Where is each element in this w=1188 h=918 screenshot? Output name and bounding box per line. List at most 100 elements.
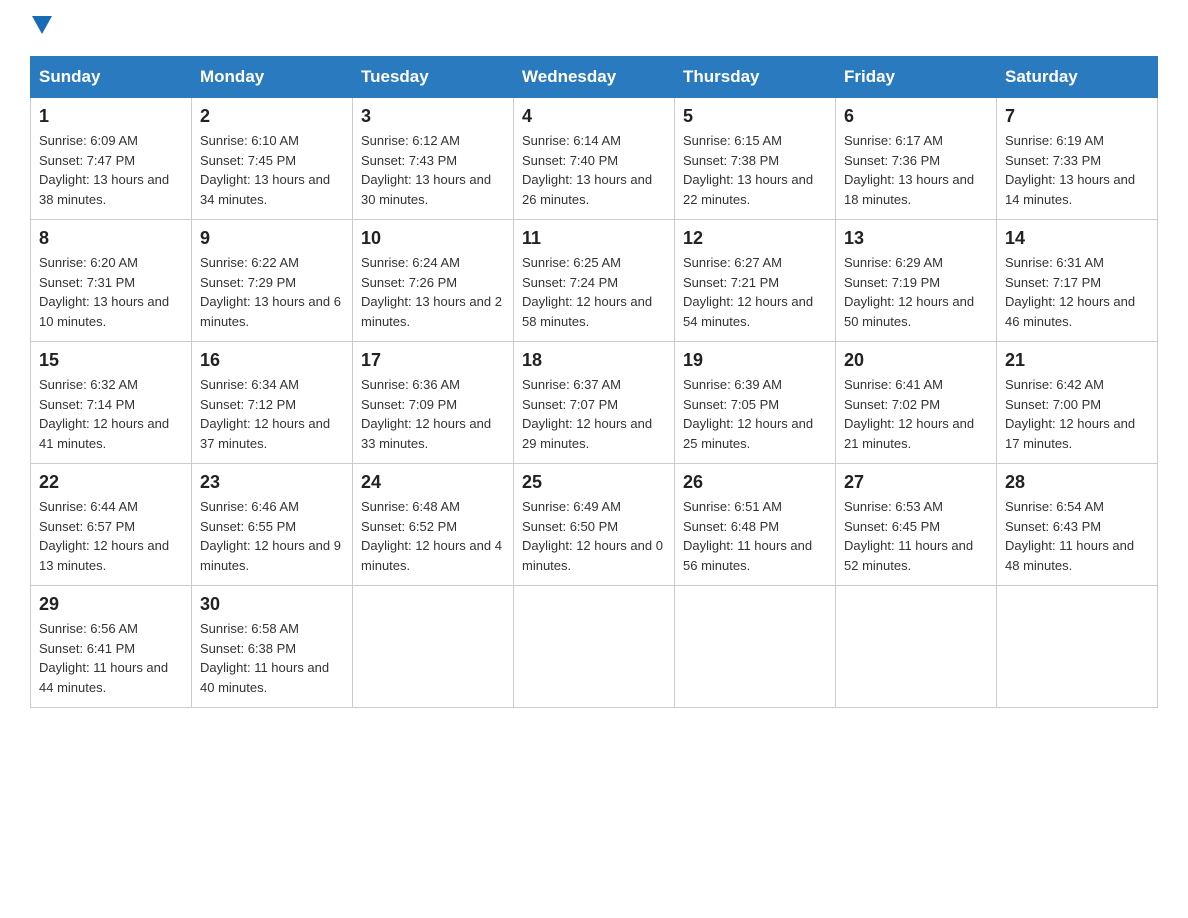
cell-day-number: 12 (683, 228, 827, 249)
cell-sun-info: Sunrise: 6:36 AMSunset: 7:09 PMDaylight:… (361, 375, 505, 453)
calendar-cell: 25 Sunrise: 6:49 AMSunset: 6:50 PMDayligh… (514, 464, 675, 586)
calendar-cell: 2Sunrise: 6:10 AMSunset: 7:45 PMDaylight… (192, 98, 353, 220)
cell-day-number: 21 (1005, 350, 1149, 371)
cell-day-number: 24 (361, 472, 505, 493)
cell-sun-info: Sunrise: 6:17 AMSunset: 7:36 PMDaylight:… (844, 131, 988, 209)
cell-sun-info: Sunrise: 6:41 AMSunset: 7:02 PMDaylight:… (844, 375, 988, 453)
cell-day-number: 30 (200, 594, 344, 615)
cell-sun-info: Sunrise: 6:42 AMSunset: 7:00 PMDaylight:… (1005, 375, 1149, 453)
calendar-cell: 20 Sunrise: 6:41 AMSunset: 7:02 PMDayligh… (836, 342, 997, 464)
cell-sun-info: Sunrise: 6:56 AMSunset: 6:41 PMDaylight:… (39, 619, 183, 697)
calendar-week-row: 29 Sunrise: 6:56 AMSunset: 6:41 PMDayligh… (31, 586, 1158, 708)
calendar-table: SundayMondayTuesdayWednesdayThursdayFrid… (30, 56, 1158, 708)
calendar-cell: 19 Sunrise: 6:39 AMSunset: 7:05 PMDayligh… (675, 342, 836, 464)
calendar-cell: 14 Sunrise: 6:31 AMSunset: 7:17 PMDayligh… (997, 220, 1158, 342)
calendar-week-row: 1Sunrise: 6:09 AMSunset: 7:47 PMDaylight… (31, 98, 1158, 220)
calendar-cell: 26 Sunrise: 6:51 AMSunset: 6:48 PMDayligh… (675, 464, 836, 586)
calendar-cell: 10 Sunrise: 6:24 AMSunset: 7:26 PMDayligh… (353, 220, 514, 342)
cell-sun-info: Sunrise: 6:49 AMSunset: 6:50 PMDaylight:… (522, 497, 666, 575)
calendar-cell (997, 586, 1158, 708)
logo (30, 20, 52, 38)
col-header-friday: Friday (836, 57, 997, 98)
cell-sun-info: Sunrise: 6:51 AMSunset: 6:48 PMDaylight:… (683, 497, 827, 575)
cell-day-number: 4 (522, 106, 666, 127)
cell-day-number: 18 (522, 350, 666, 371)
cell-sun-info: Sunrise: 6:12 AMSunset: 7:43 PMDaylight:… (361, 131, 505, 209)
cell-day-number: 3 (361, 106, 505, 127)
calendar-cell: 5 Sunrise: 6:15 AMSunset: 7:38 PMDaylight… (675, 98, 836, 220)
cell-sun-info: Sunrise: 6:58 AMSunset: 6:38 PMDaylight:… (200, 619, 344, 697)
calendar-cell: 8 Sunrise: 6:20 AMSunset: 7:31 PMDaylight… (31, 220, 192, 342)
calendar-cell: 22 Sunrise: 6:44 AMSunset: 6:57 PMDayligh… (31, 464, 192, 586)
cell-day-number: 17 (361, 350, 505, 371)
calendar-cell: 16 Sunrise: 6:34 AMSunset: 7:12 PMDayligh… (192, 342, 353, 464)
cell-day-number: 16 (200, 350, 344, 371)
cell-day-number: 22 (39, 472, 183, 493)
cell-sun-info: Sunrise: 6:34 AMSunset: 7:12 PMDaylight:… (200, 375, 344, 453)
cell-sun-info: Sunrise: 6:32 AMSunset: 7:14 PMDaylight:… (39, 375, 183, 453)
cell-sun-info: Sunrise: 6:37 AMSunset: 7:07 PMDaylight:… (522, 375, 666, 453)
calendar-cell: 23 Sunrise: 6:46 AMSunset: 6:55 PMDayligh… (192, 464, 353, 586)
page-header (30, 20, 1158, 38)
cell-day-number: 28 (1005, 472, 1149, 493)
calendar-cell: 29 Sunrise: 6:56 AMSunset: 6:41 PMDayligh… (31, 586, 192, 708)
cell-day-number: 11 (522, 228, 666, 249)
cell-sun-info: Sunrise: 6:31 AMSunset: 7:17 PMDaylight:… (1005, 253, 1149, 331)
calendar-cell: 1Sunrise: 6:09 AMSunset: 7:47 PMDaylight… (31, 98, 192, 220)
cell-sun-info: Sunrise: 6:27 AMSunset: 7:21 PMDaylight:… (683, 253, 827, 331)
calendar-cell: 9 Sunrise: 6:22 AMSunset: 7:29 PMDaylight… (192, 220, 353, 342)
cell-day-number: 20 (844, 350, 988, 371)
cell-day-number: 13 (844, 228, 988, 249)
cell-day-number: 5 (683, 106, 827, 127)
cell-sun-info: Sunrise: 6:48 AMSunset: 6:52 PMDaylight:… (361, 497, 505, 575)
col-header-monday: Monday (192, 57, 353, 98)
cell-sun-info: Sunrise: 6:29 AMSunset: 7:19 PMDaylight:… (844, 253, 988, 331)
calendar-cell: 3 Sunrise: 6:12 AMSunset: 7:43 PMDaylight… (353, 98, 514, 220)
calendar-cell: 13 Sunrise: 6:29 AMSunset: 7:19 PMDayligh… (836, 220, 997, 342)
cell-sun-info: Sunrise: 6:46 AMSunset: 6:55 PMDaylight:… (200, 497, 344, 575)
col-header-saturday: Saturday (997, 57, 1158, 98)
cell-sun-info: Sunrise: 6:10 AMSunset: 7:45 PMDaylight:… (200, 131, 344, 209)
col-header-tuesday: Tuesday (353, 57, 514, 98)
cell-sun-info: Sunrise: 6:19 AMSunset: 7:33 PMDaylight:… (1005, 131, 1149, 209)
calendar-cell: 17 Sunrise: 6:36 AMSunset: 7:09 PMDayligh… (353, 342, 514, 464)
calendar-week-row: 22 Sunrise: 6:44 AMSunset: 6:57 PMDayligh… (31, 464, 1158, 586)
cell-sun-info: Sunrise: 6:44 AMSunset: 6:57 PMDaylight:… (39, 497, 183, 575)
cell-day-number: 23 (200, 472, 344, 493)
cell-day-number: 19 (683, 350, 827, 371)
cell-day-number: 6 (844, 106, 988, 127)
cell-sun-info: Sunrise: 6:25 AMSunset: 7:24 PMDaylight:… (522, 253, 666, 331)
calendar-cell (353, 586, 514, 708)
cell-sun-info: Sunrise: 6:24 AMSunset: 7:26 PMDaylight:… (361, 253, 505, 331)
calendar-cell: 15 Sunrise: 6:32 AMSunset: 7:14 PMDayligh… (31, 342, 192, 464)
cell-sun-info: Sunrise: 6:14 AMSunset: 7:40 PMDaylight:… (522, 131, 666, 209)
col-header-sunday: Sunday (31, 57, 192, 98)
cell-day-number: 10 (361, 228, 505, 249)
calendar-week-row: 15 Sunrise: 6:32 AMSunset: 7:14 PMDayligh… (31, 342, 1158, 464)
calendar-cell (675, 586, 836, 708)
cell-day-number: 29 (39, 594, 183, 615)
calendar-cell: 24 Sunrise: 6:48 AMSunset: 6:52 PMDayligh… (353, 464, 514, 586)
calendar-header-row: SundayMondayTuesdayWednesdayThursdayFrid… (31, 57, 1158, 98)
cell-sun-info: Sunrise: 6:53 AMSunset: 6:45 PMDaylight:… (844, 497, 988, 575)
cell-sun-info: Sunrise: 6:09 AMSunset: 7:47 PMDaylight:… (39, 131, 183, 209)
cell-day-number: 14 (1005, 228, 1149, 249)
logo-triangle-icon (32, 16, 52, 34)
cell-sun-info: Sunrise: 6:15 AMSunset: 7:38 PMDaylight:… (683, 131, 827, 209)
cell-sun-info: Sunrise: 6:20 AMSunset: 7:31 PMDaylight:… (39, 253, 183, 331)
cell-sun-info: Sunrise: 6:39 AMSunset: 7:05 PMDaylight:… (683, 375, 827, 453)
calendar-cell (836, 586, 997, 708)
cell-day-number: 15 (39, 350, 183, 371)
calendar-cell: 28Sunrise: 6:54 AMSunset: 6:43 PMDayligh… (997, 464, 1158, 586)
col-header-thursday: Thursday (675, 57, 836, 98)
cell-sun-info: Sunrise: 6:22 AMSunset: 7:29 PMDaylight:… (200, 253, 344, 331)
cell-day-number: 27 (844, 472, 988, 493)
calendar-week-row: 8 Sunrise: 6:20 AMSunset: 7:31 PMDaylight… (31, 220, 1158, 342)
calendar-cell: 12 Sunrise: 6:27 AMSunset: 7:21 PMDayligh… (675, 220, 836, 342)
cell-day-number: 9 (200, 228, 344, 249)
cell-day-number: 26 (683, 472, 827, 493)
calendar-cell: 11 Sunrise: 6:25 AMSunset: 7:24 PMDayligh… (514, 220, 675, 342)
cell-day-number: 8 (39, 228, 183, 249)
calendar-cell: 21 Sunrise: 6:42 AMSunset: 7:00 PMDayligh… (997, 342, 1158, 464)
cell-day-number: 25 (522, 472, 666, 493)
